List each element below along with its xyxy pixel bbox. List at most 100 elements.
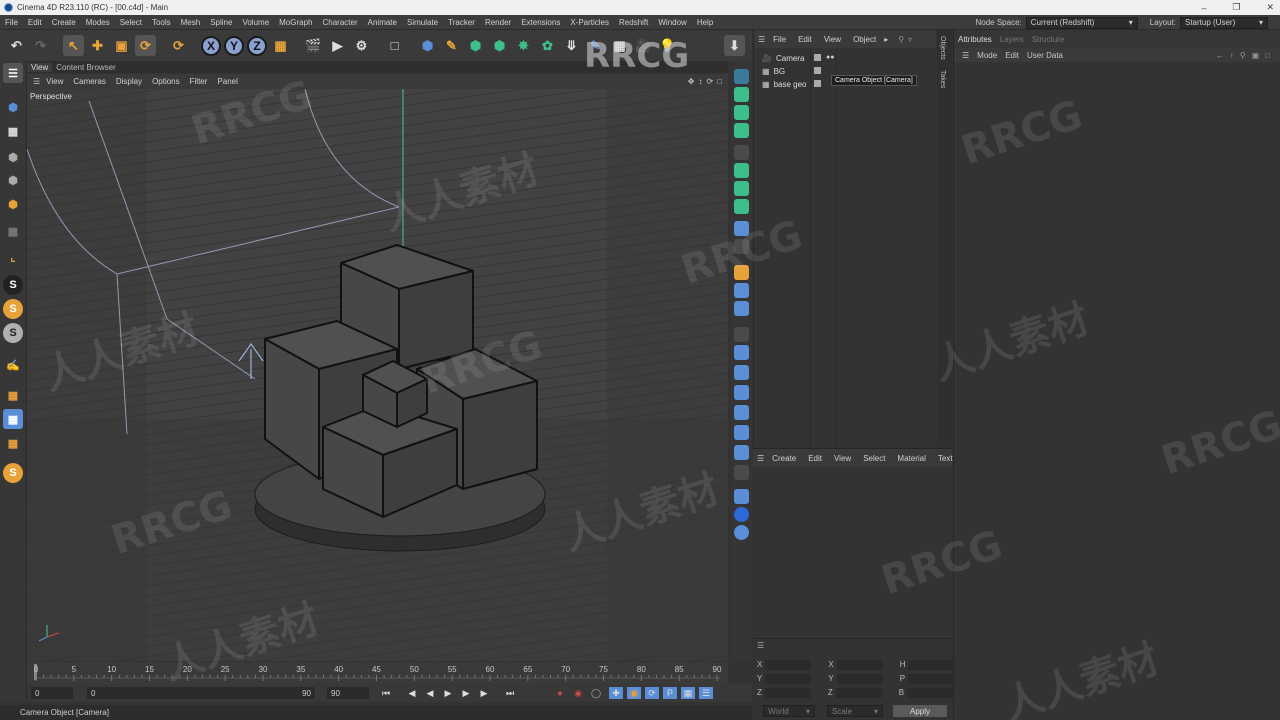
render-settings-icon[interactable]: ⚙ <box>351 35 372 56</box>
light-icon[interactable]: 💡 <box>657 35 678 56</box>
play-icon[interactable]: ▶ <box>441 687 455 699</box>
hamburger-icon[interactable]: ☰ <box>33 77 40 86</box>
snapping-icon[interactable]: S <box>3 463 23 483</box>
move-icon[interactable]: ✚ <box>87 35 108 56</box>
menu-extensions[interactable]: Extensions <box>516 18 565 27</box>
redshift-render-view-icon[interactable] <box>734 69 749 84</box>
visibility-checkbox[interactable] <box>814 80 821 87</box>
y-axis-lock-button[interactable]: Y <box>224 35 244 56</box>
menu-mesh[interactable]: Mesh <box>176 18 206 27</box>
side-tab-objects[interactable]: Objects <box>939 36 946 60</box>
snap-quantize-icon[interactable]: S <box>3 323 23 343</box>
hamburger-icon[interactable]: ☰ <box>758 35 765 44</box>
viewport-menu-filter[interactable]: Filter <box>186 77 212 86</box>
menu-mograph[interactable]: MoGraph <box>274 18 317 27</box>
mat-menu-select[interactable]: Select <box>859 454 889 463</box>
hamburger-icon[interactable]: ☰ <box>962 51 969 60</box>
live-selection-icon[interactable]: ↖ <box>63 35 84 56</box>
close-icon[interactable]: ✕ <box>1266 2 1274 13</box>
redshift-camera-icon[interactable] <box>734 221 749 236</box>
menu-tools[interactable]: Tools <box>147 18 176 27</box>
size-x-field[interactable] <box>836 659 883 670</box>
size-z-field[interactable] <box>835 687 882 698</box>
previous-key-icon[interactable]: ◀ <box>405 687 419 699</box>
key-rotation-icon[interactable]: ⟳ <box>645 687 659 699</box>
step-forward-icon[interactable]: ▶ <box>459 687 473 699</box>
menu-tracker[interactable]: Tracker <box>443 18 480 27</box>
om-menu-view[interactable]: View <box>820 35 845 44</box>
coordinate-system-icon[interactable]: ▦ <box>270 35 291 56</box>
mat-menu-create[interactable]: Create <box>768 454 800 463</box>
object-name[interactable]: BG <box>774 67 786 76</box>
om-menu-object[interactable]: Object <box>849 35 880 44</box>
viewport-menu-view[interactable]: View <box>42 77 67 86</box>
redshift-sun-icon[interactable] <box>734 199 749 214</box>
redshift-bake-icon[interactable] <box>734 405 749 420</box>
sculpt-icon[interactable]: ✍ <box>3 355 23 375</box>
tab-content-browser[interactable]: Content Browser <box>52 63 120 72</box>
key-parameter-icon[interactable]: P <box>663 687 677 699</box>
zoom-view-icon[interactable]: ↕ <box>698 77 702 86</box>
am-menu-edit[interactable]: Edit <box>1005 51 1019 60</box>
menu-simulate[interactable]: Simulate <box>402 18 443 27</box>
back-arrow-icon[interactable]: ← <box>1216 51 1224 60</box>
redshift-light-group-icon[interactable] <box>734 385 749 400</box>
redshift-feedback-icon[interactable] <box>734 489 749 504</box>
minimize-icon[interactable]: – <box>1201 3 1206 13</box>
redshift-proxy-icon[interactable] <box>734 283 749 298</box>
end-frame-field[interactable]: 90 <box>327 687 369 699</box>
spline-deformer-icon[interactable]: ✎ <box>585 35 606 56</box>
tab-layers[interactable]: Layers <box>1000 35 1024 44</box>
pen-spline-icon[interactable]: ✎ <box>441 35 462 56</box>
redshift-light-icon[interactable] <box>734 123 749 138</box>
am-menu-mode[interactable]: Mode <box>977 51 997 60</box>
text-tool-icon[interactable] <box>734 163 749 178</box>
planar-workplane-icon[interactable]: ▦ <box>3 433 23 453</box>
menu-volume[interactable]: Volume <box>237 18 274 27</box>
menu-help[interactable]: Help <box>692 18 718 27</box>
maximize-view-icon[interactable]: □ <box>717 77 722 86</box>
step-back-icon[interactable]: ◀ <box>423 687 437 699</box>
locked-workplane-icon[interactable]: ▦ <box>3 409 23 429</box>
redshift-aov-icon[interactable] <box>734 365 749 380</box>
redshift-ipr-icon[interactable] <box>734 87 749 102</box>
lock-icon[interactable]: ▣ <box>1252 51 1260 60</box>
render-view-icon[interactable]: ▶ <box>327 35 348 56</box>
goto-start-icon[interactable]: ⏮ <box>379 687 393 699</box>
next-key-icon[interactable]: ▶ <box>477 687 491 699</box>
points-mode-icon[interactable]: ⬢ <box>3 147 23 167</box>
redo-icon[interactable]: ↷ <box>30 35 51 56</box>
preview-range-slider[interactable]: 0 90 <box>87 687 315 699</box>
timeline-ruler[interactable]: 0 5 10 15 20 25 30 35 40 45 50 55 60 65 70 75 80 85 90 <box>27 662 728 684</box>
viewport-solo-icon[interactable]: □ <box>384 35 405 56</box>
mat-menu-view[interactable]: View <box>830 454 855 463</box>
deformer-icon[interactable]: ⤋ <box>561 35 582 56</box>
snap-settings-icon[interactable]: S <box>3 299 23 319</box>
redshift-shader-icon[interactable] <box>734 465 749 480</box>
size-mode-dropdown[interactable]: Scale ▾ <box>827 705 883 717</box>
menu-select[interactable]: Select <box>115 18 147 27</box>
redshift-object-tag-icon[interactable] <box>734 345 749 360</box>
viewport-menu-panel[interactable]: Panel <box>213 77 241 86</box>
viewport-menu-cameras[interactable]: Cameras <box>69 77 109 86</box>
tab-view[interactable]: View <box>27 62 53 72</box>
menu-animate[interactable]: Animate <box>363 18 402 27</box>
node-space-dropdown[interactable]: Current (Redshift) ▾ <box>1025 16 1138 29</box>
texture-mode-icon[interactable]: ▩ <box>3 121 23 141</box>
redshift-sprite-icon[interactable] <box>734 445 749 460</box>
hamburger-icon[interactable]: ☰ <box>757 641 764 650</box>
key-pla-icon[interactable]: ▦ <box>681 687 695 699</box>
undo-icon[interactable]: ↶ <box>6 35 27 56</box>
visibility-checkbox[interactable] <box>814 67 821 74</box>
cube-icon[interactable]: ⬢ <box>417 35 438 56</box>
menu-render[interactable]: Render <box>480 18 516 27</box>
position-y-field[interactable] <box>765 673 812 684</box>
new-window-icon[interactable]: □ <box>1265 51 1270 60</box>
menu-x-particles[interactable]: X-Particles <box>565 18 614 27</box>
extrude-generator-icon[interactable]: ⬢ <box>489 35 510 56</box>
visibility-checkbox[interactable] <box>814 54 821 61</box>
filter-icon[interactable]: ▿ <box>908 35 912 44</box>
subdivision-surface-icon[interactable]: ⬢ <box>465 35 486 56</box>
rotation-b-field[interactable] <box>907 687 954 698</box>
side-tab-takes[interactable]: Takes <box>939 70 946 88</box>
